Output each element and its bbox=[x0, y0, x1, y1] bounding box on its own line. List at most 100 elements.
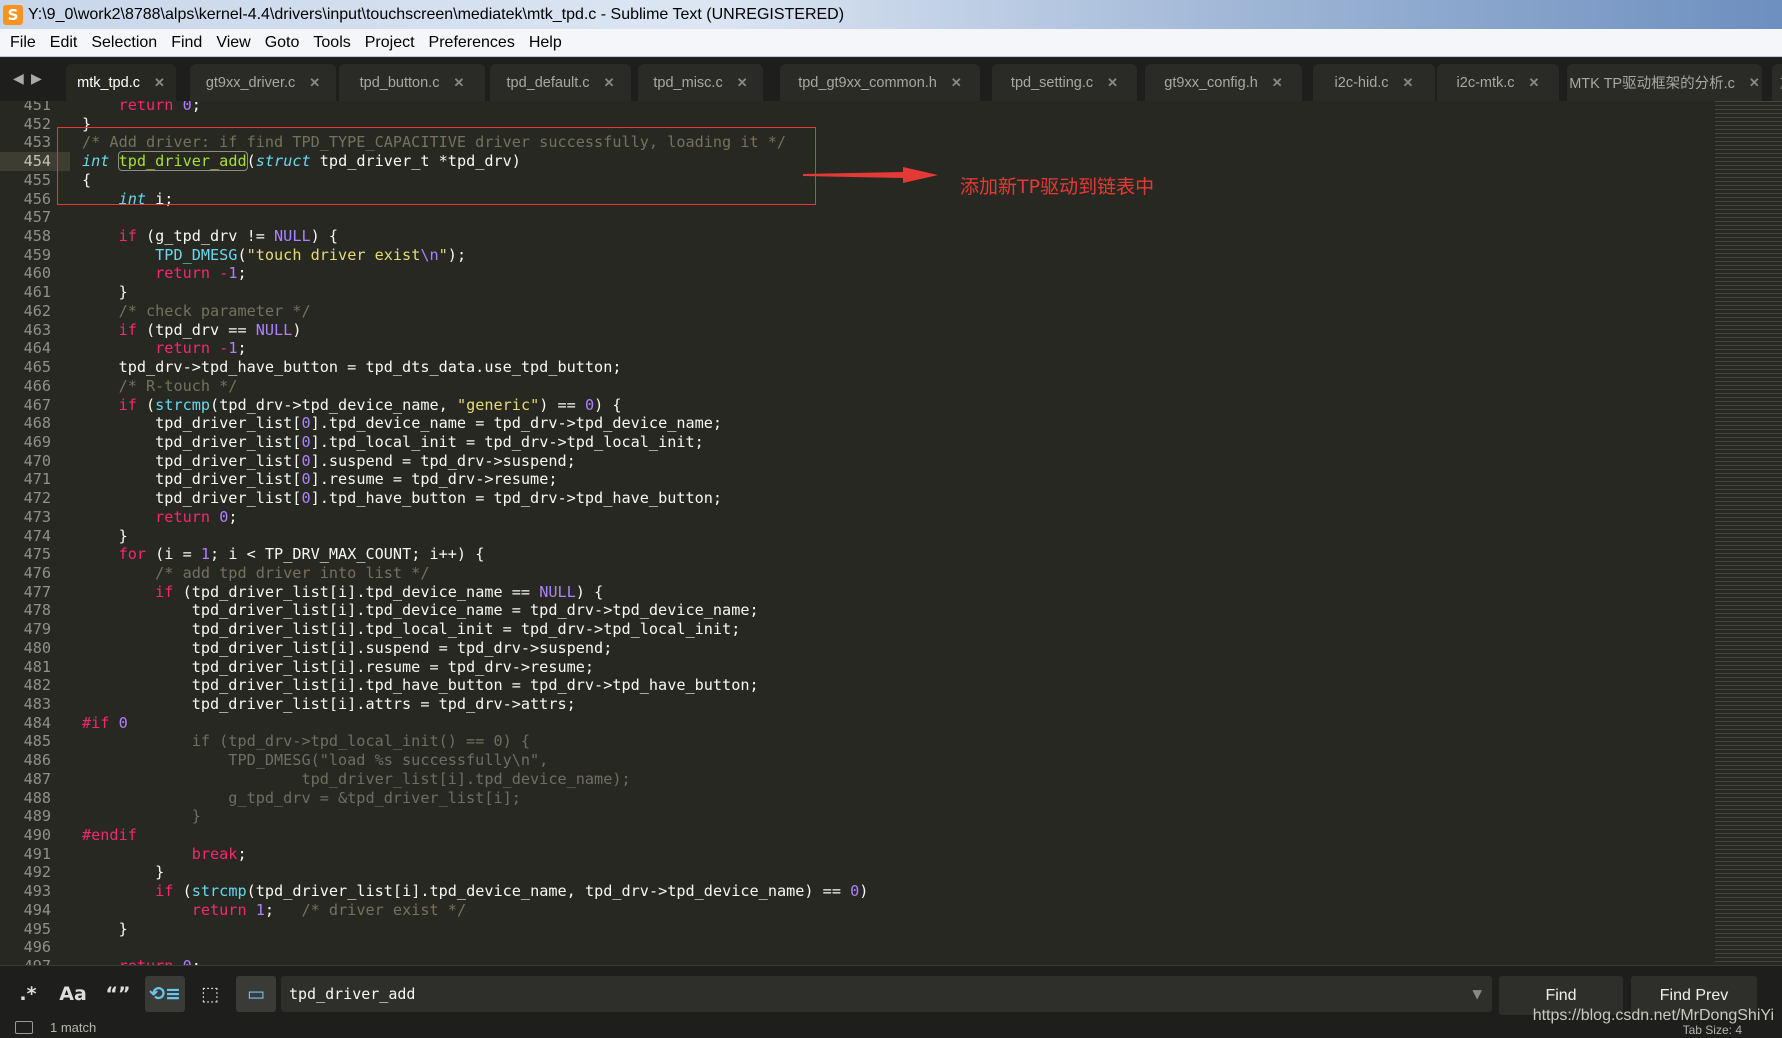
menu-preferences[interactable]: Preferences bbox=[422, 34, 522, 52]
menu-goto[interactable]: Goto bbox=[258, 34, 307, 52]
line-number: 464 bbox=[23, 339, 51, 358]
tab-mtk-tp-c[interactable]: MTK TP驱动框架的分析.c ✕ bbox=[1567, 64, 1762, 101]
line-number: 456 bbox=[23, 189, 51, 208]
code-text: if (strcmp(tpd_driver_list[i].tpd_device… bbox=[82, 882, 868, 901]
wrap-toggle[interactable]: ⟲≡ bbox=[145, 976, 185, 1012]
code-line: 497 return 0; bbox=[0, 957, 1710, 965]
menu-help[interactable]: Help bbox=[522, 34, 569, 52]
code-line: 491 break; bbox=[0, 845, 1710, 864]
code-text: /* add tpd driver into list */ bbox=[82, 564, 429, 583]
tab-close-icon[interactable]: ✕ bbox=[737, 75, 748, 91]
tab-close-icon[interactable]: ✕ bbox=[1529, 75, 1540, 91]
find-history-dropdown-icon[interactable]: ▼ bbox=[1472, 984, 1482, 1003]
find-input[interactable]: tpd_driver_add ▼ bbox=[281, 976, 1492, 1012]
highlight-matches-toggle[interactable]: ▭ bbox=[236, 976, 276, 1012]
annotation-highlight-box bbox=[57, 127, 816, 205]
tab-close-icon[interactable]: ✕ bbox=[951, 75, 962, 91]
plain-token: ].tpd_local_init = tpd_drv->tpd_local_in… bbox=[310, 432, 704, 451]
tab-label: tpd_misc.c bbox=[653, 74, 723, 91]
menu-file[interactable]: File bbox=[3, 34, 43, 52]
tab-tpd-button-c[interactable]: tpd_button.c ✕ bbox=[339, 64, 485, 101]
num-token: 0 bbox=[301, 489, 311, 508]
code-text: TPD_DMESG("touch driver exist\n"); bbox=[82, 246, 466, 265]
code-line: 481 tpd_driver_list[i].resume = tpd_drv-… bbox=[0, 658, 1710, 677]
whole-word-toggle[interactable]: “” bbox=[98, 976, 138, 1012]
tab-close-icon[interactable]: ✕ bbox=[1107, 75, 1118, 91]
plain-token: ].resume = tpd_drv->resume; bbox=[310, 470, 558, 489]
in-selection-toggle[interactable]: ⬚ bbox=[190, 976, 230, 1012]
kw-token: return bbox=[191, 900, 247, 919]
panel-toggle-icon[interactable] bbox=[15, 1021, 33, 1034]
line-number: 457 bbox=[23, 208, 51, 227]
line-number: 474 bbox=[23, 526, 51, 545]
menu-selection[interactable]: Selection bbox=[84, 34, 164, 52]
code-text: } bbox=[82, 920, 128, 939]
plain-token: ) bbox=[859, 882, 869, 901]
tab-close-icon[interactable]: ✕ bbox=[154, 75, 165, 91]
minimap[interactable] bbox=[1715, 101, 1782, 965]
menu-project[interactable]: Project bbox=[358, 34, 422, 52]
tab-close-icon[interactable]: ✕ bbox=[1272, 75, 1283, 91]
num-token: 1 bbox=[200, 545, 211, 564]
code-editor[interactable]: 451 return 0; 452} 453/* Add driver: if fi… bbox=[0, 101, 1782, 965]
dim-token: TPD_DMESG("load %s successfully\n", bbox=[82, 751, 549, 770]
tab-scroll-right-icon[interactable]: ▶ bbox=[31, 70, 42, 87]
tab-close-icon[interactable]: ✕ bbox=[1403, 75, 1414, 91]
tab-close-icon[interactable]: ✕ bbox=[309, 75, 320, 91]
num-token: 1 bbox=[228, 264, 238, 283]
menu-edit[interactable]: Edit bbox=[43, 34, 85, 52]
menu-view[interactable]: View bbox=[209, 34, 257, 52]
tab-close-icon[interactable]: ✕ bbox=[604, 75, 615, 91]
find-query: tpd_driver_add bbox=[289, 985, 416, 1003]
line-number: 488 bbox=[23, 788, 51, 807]
plain-token: tpd_driver_list[ bbox=[82, 414, 302, 433]
tab-gt9xx-driver-c[interactable]: gt9xx_driver.c ✕ bbox=[190, 64, 336, 101]
plain-token: ; bbox=[237, 844, 247, 863]
tab-size[interactable]: Tab Size: 4 bbox=[1683, 1023, 1742, 1037]
tab-close-icon[interactable]: ✕ bbox=[1749, 75, 1760, 91]
tab-close-icon[interactable]: ✕ bbox=[453, 75, 464, 91]
kw-token: if bbox=[118, 395, 137, 414]
code-line: 470 tpd_driver_list[0].suspend = tpd_drv… bbox=[0, 452, 1710, 471]
line-number: 480 bbox=[23, 638, 51, 657]
tab-i2c-mtk-c[interactable]: i2c-mtk.c ✕ bbox=[1437, 64, 1559, 101]
menu-find[interactable]: Find bbox=[164, 34, 209, 52]
tab-tpd-default-c[interactable]: tpd_default.c ✕ bbox=[490, 64, 631, 101]
menu-tools[interactable]: Tools bbox=[306, 34, 357, 52]
code-line: 464 return -1; bbox=[0, 339, 1710, 358]
code-line: 482 tpd_driver_list[i].tpd_have_button =… bbox=[0, 676, 1710, 695]
line-number: 489 bbox=[23, 807, 51, 826]
num-token: 0 bbox=[182, 101, 192, 114]
plain-token: ) { bbox=[575, 582, 604, 601]
tab-tpd-misc-c[interactable]: tpd_misc.c ✕ bbox=[638, 64, 763, 101]
tab-tpd-setting-c[interactable]: tpd_setting.c ✕ bbox=[992, 64, 1137, 101]
kw-token: return bbox=[118, 101, 174, 114]
tab-scroll-left-icon[interactable]: ◀ bbox=[13, 70, 24, 87]
tab-tpd-gt9xx-common-h[interactable]: tpd_gt9xx_common.h ✕ bbox=[780, 64, 980, 101]
plain-token: ; bbox=[264, 900, 302, 919]
tab-i2c-hid-c[interactable]: i2c-hid.c ✕ bbox=[1313, 64, 1435, 101]
line-number: 468 bbox=[23, 414, 51, 433]
tab-gt9xx-config-h[interactable]: gt9xx_config.h ✕ bbox=[1145, 64, 1302, 101]
case-sensitive-toggle[interactable]: Aa bbox=[53, 976, 93, 1012]
fn-token: TPD_DMESG bbox=[155, 245, 238, 264]
regex-toggle[interactable]: .* bbox=[8, 976, 48, 1012]
plain-token: ( bbox=[173, 882, 192, 901]
tab-mtk-tpd-c[interactable]: mtk_tpd.c ✕ bbox=[66, 64, 176, 101]
line-number: 458 bbox=[23, 227, 51, 246]
plain-token: ; bbox=[237, 339, 247, 358]
tab--[interactable]: 重 bbox=[1772, 64, 1782, 101]
tab-label: i2c-hid.c bbox=[1334, 74, 1389, 91]
dim-token: } bbox=[82, 807, 201, 826]
line-number: 455 bbox=[23, 170, 51, 189]
cm-token: /* add tpd driver into list */ bbox=[155, 563, 430, 582]
tab-bar: ◀ ▶ mtk_tpd.c ✕ gt9xx_driver.c ✕ tpd_button.… bbox=[0, 58, 1782, 101]
find-panel: .* Aa “” ⟲≡ ⬚ ▭ tpd_driver_add ▼ Find Find Pr… bbox=[0, 965, 1782, 1017]
line-number: 463 bbox=[23, 320, 51, 339]
num-token: 0 bbox=[301, 414, 311, 433]
